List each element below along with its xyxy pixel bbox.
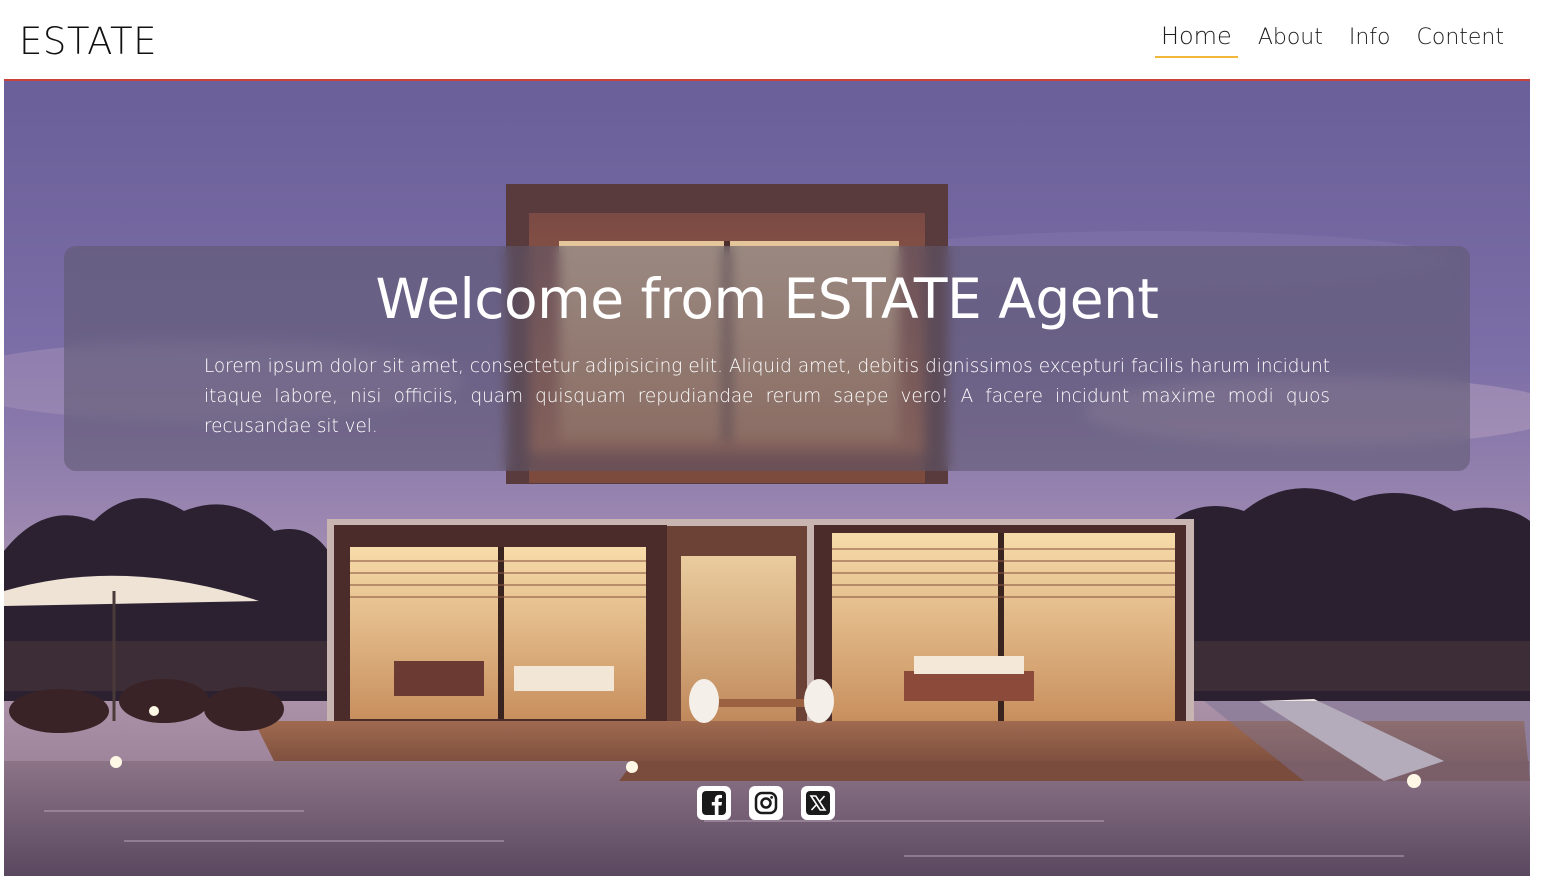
facebook-link[interactable]	[697, 786, 731, 820]
x-twitter-icon	[806, 791, 830, 815]
welcome-panel: Welcome from ESTATE Agent Lorem ipsum do…	[64, 246, 1470, 471]
hero-description: Lorem ipsum dolor sit amet, consectetur …	[204, 356, 1330, 437]
nav-item-about[interactable]: About	[1252, 22, 1329, 58]
hero-section: Welcome from ESTATE Agent Lorem ipsum do…	[4, 81, 1530, 876]
nav-item-content[interactable]: Content	[1411, 22, 1511, 58]
hero-background-image	[4, 81, 1530, 876]
x-link[interactable]	[801, 786, 835, 820]
main-nav: Home About Info Content	[1141, 22, 1510, 58]
hero-title: Welcome from ESTATE Agent	[375, 267, 1159, 331]
nav-item-info[interactable]: Info	[1343, 22, 1397, 58]
facebook-icon	[702, 791, 726, 815]
nav-item-home[interactable]: Home	[1154, 22, 1238, 58]
instagram-link[interactable]	[749, 786, 783, 820]
site-logo[interactable]: ESTATE	[19, 18, 157, 66]
instagram-icon	[754, 791, 778, 815]
site-header: ESTATE Home About Info Content	[0, 0, 1541, 80]
social-links	[697, 786, 835, 820]
